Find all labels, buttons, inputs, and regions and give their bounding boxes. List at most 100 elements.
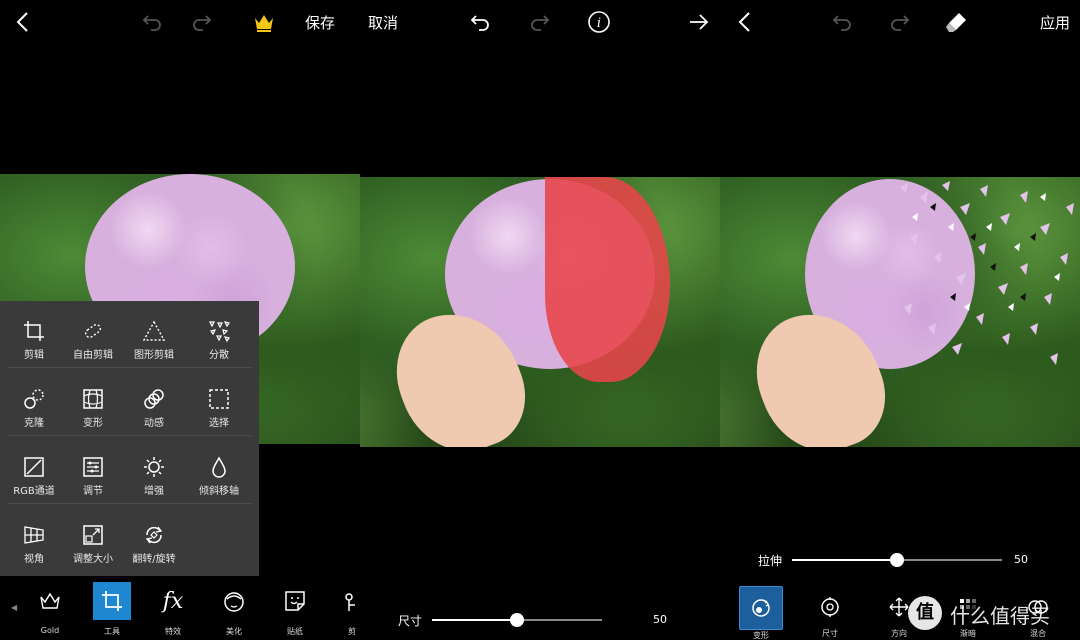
slider-label: 尺寸 <box>398 614 423 628</box>
editor-panel-selection: 取消 i 尺寸 50 <box>360 0 720 640</box>
divider <box>8 503 251 504</box>
shape-crop-icon <box>142 320 166 342</box>
divider <box>8 367 251 368</box>
slider-fill <box>432 619 517 621</box>
tool-perspective[interactable]: 视角 <box>3 508 65 570</box>
tool-warp[interactable]: 变形 <box>62 372 124 434</box>
toolbar-label: 变形 <box>753 631 769 640</box>
tool-label: 调节 <box>83 486 103 497</box>
tool-selection[interactable]: 选择 <box>188 372 250 434</box>
tool-label: 倾斜移轴 <box>199 486 239 497</box>
tool-label: 增强 <box>144 486 164 497</box>
redo-icon[interactable] <box>528 10 552 34</box>
slider-label: 拉伸 <box>758 554 783 568</box>
size-slider[interactable] <box>432 613 602 627</box>
svg-text:i: i <box>597 16 601 31</box>
tools-menu: 剪辑 自由剪辑 图形剪辑 分散 克隆 变形 动感 选择 RGB通道 调节 增强 … <box>0 301 259 576</box>
warp-icon <box>82 388 104 410</box>
undo-icon[interactable] <box>140 10 164 34</box>
tool-label: 翻转/旋转 <box>132 554 176 565</box>
info-icon[interactable]: i <box>587 10 611 34</box>
redo-icon[interactable] <box>190 10 214 34</box>
tool-label: 变形 <box>83 418 103 429</box>
apply-button[interactable]: 应用 <box>1040 12 1070 33</box>
tool-label: 选择 <box>209 418 229 429</box>
crop-icon <box>23 320 45 342</box>
toolbar-cutout[interactable]: 剪 <box>333 582 360 637</box>
slider-fill <box>792 559 897 561</box>
tool-clone[interactable]: 克隆 <box>3 372 65 434</box>
undo-icon[interactable] <box>468 10 492 34</box>
tool-dispersion[interactable]: 分散 <box>188 304 250 366</box>
toolbar-label: 贴纸 <box>287 627 303 636</box>
slider-knob[interactable] <box>890 553 904 567</box>
crop-icon <box>93 582 131 620</box>
back-icon[interactable] <box>12 10 36 34</box>
tool-label: 视角 <box>24 554 44 565</box>
tool-label: 调整大小 <box>73 554 113 565</box>
slider-value: 50 <box>1014 553 1028 566</box>
watermark-text: 什么值得买 <box>950 604 1050 628</box>
crown-icon[interactable] <box>252 10 276 34</box>
tool-motion[interactable]: 动感 <box>123 372 185 434</box>
selection-mask[interactable] <box>545 177 670 382</box>
redo-icon[interactable] <box>888 10 912 34</box>
tool-adjust[interactable]: 调节 <box>62 440 124 502</box>
tool-resize[interactable]: 调整大小 <box>62 508 124 570</box>
tool-enhance[interactable]: 增强 <box>123 440 185 502</box>
toolbar-tools[interactable]: 工具 <box>88 582 136 637</box>
toolbar-label: 美化 <box>226 627 242 636</box>
toolbar-label: Gold <box>40 626 60 635</box>
photo-canvas[interactable] <box>360 177 720 447</box>
dispersion-icon <box>208 320 230 343</box>
dispersion-particles <box>900 181 1074 365</box>
toolbar-label: 剪 <box>348 627 356 636</box>
editor-panel-tools: 保存 剪辑 自由剪辑 图形剪辑 分散 克隆 变形 动感 选择 RGB通道 调节 … <box>0 0 360 640</box>
eraser-icon[interactable] <box>945 10 969 34</box>
stretch-slider[interactable] <box>792 553 1002 567</box>
scroll-left-icon[interactable]: ◀ <box>11 603 17 612</box>
tool-label: 剪辑 <box>24 350 44 361</box>
toolbar-warp[interactable]: 变形 <box>731 586 791 640</box>
photo-canvas[interactable] <box>720 177 1080 447</box>
toolbar-sticker[interactable]: 贴纸 <box>271 582 319 637</box>
curves-icon <box>23 456 45 478</box>
tool-label: 克隆 <box>24 418 44 429</box>
editor-panel-dispersion: 应用 拉伸 50 变形 尺寸 方向 渐暗 混合 <box>720 0 1080 640</box>
tool-label: RGB通道 <box>13 486 55 497</box>
tool-shape-crop[interactable]: 图形剪辑 <box>123 304 185 366</box>
tool-flip-rotate[interactable]: 翻转/旋转 <box>123 508 185 570</box>
next-arrow-icon[interactable] <box>687 10 711 34</box>
resize-icon <box>82 524 104 546</box>
adjust-icon <box>82 456 104 478</box>
toolbar-gold[interactable]: Gold <box>26 582 74 635</box>
tool-label: 自由剪辑 <box>73 350 113 361</box>
slider-value: 50 <box>653 613 667 626</box>
clone-icon <box>23 388 45 410</box>
toolbar-size[interactable]: 尺寸 <box>800 586 860 639</box>
undo-icon[interactable] <box>830 10 854 34</box>
tool-free-crop[interactable]: 自由剪辑 <box>62 304 124 366</box>
tilt-shift-icon <box>208 456 230 478</box>
toolbar-label: 工具 <box>104 627 120 636</box>
save-button[interactable]: 保存 <box>305 12 335 33</box>
toolbar-beautify[interactable]: 美化 <box>210 582 258 637</box>
watermark: 值 什么值得买 <box>908 596 1076 630</box>
tool-tilt-shift[interactable]: 倾斜移轴 <box>188 440 250 502</box>
toolbar-label: 特效 <box>165 627 181 636</box>
beautify-icon <box>215 582 253 620</box>
slider-knob[interactable] <box>510 613 524 627</box>
enhance-icon <box>143 456 165 478</box>
cutout-icon <box>333 582 360 620</box>
divider <box>8 435 251 436</box>
flip-rotate-icon <box>143 524 165 546</box>
tool-rgb-curves[interactable]: RGB通道 <box>3 440 65 502</box>
watermark-badge: 值 <box>908 596 942 630</box>
selection-icon <box>208 388 230 410</box>
cancel-button[interactable]: 取消 <box>368 12 398 33</box>
tool-crop[interactable]: 剪辑 <box>3 304 65 366</box>
back-icon[interactable] <box>734 10 758 34</box>
dispersion-warp-icon <box>739 586 783 630</box>
toolbar-effects[interactable]: fx 特效 <box>149 582 197 637</box>
free-crop-icon <box>82 320 104 342</box>
